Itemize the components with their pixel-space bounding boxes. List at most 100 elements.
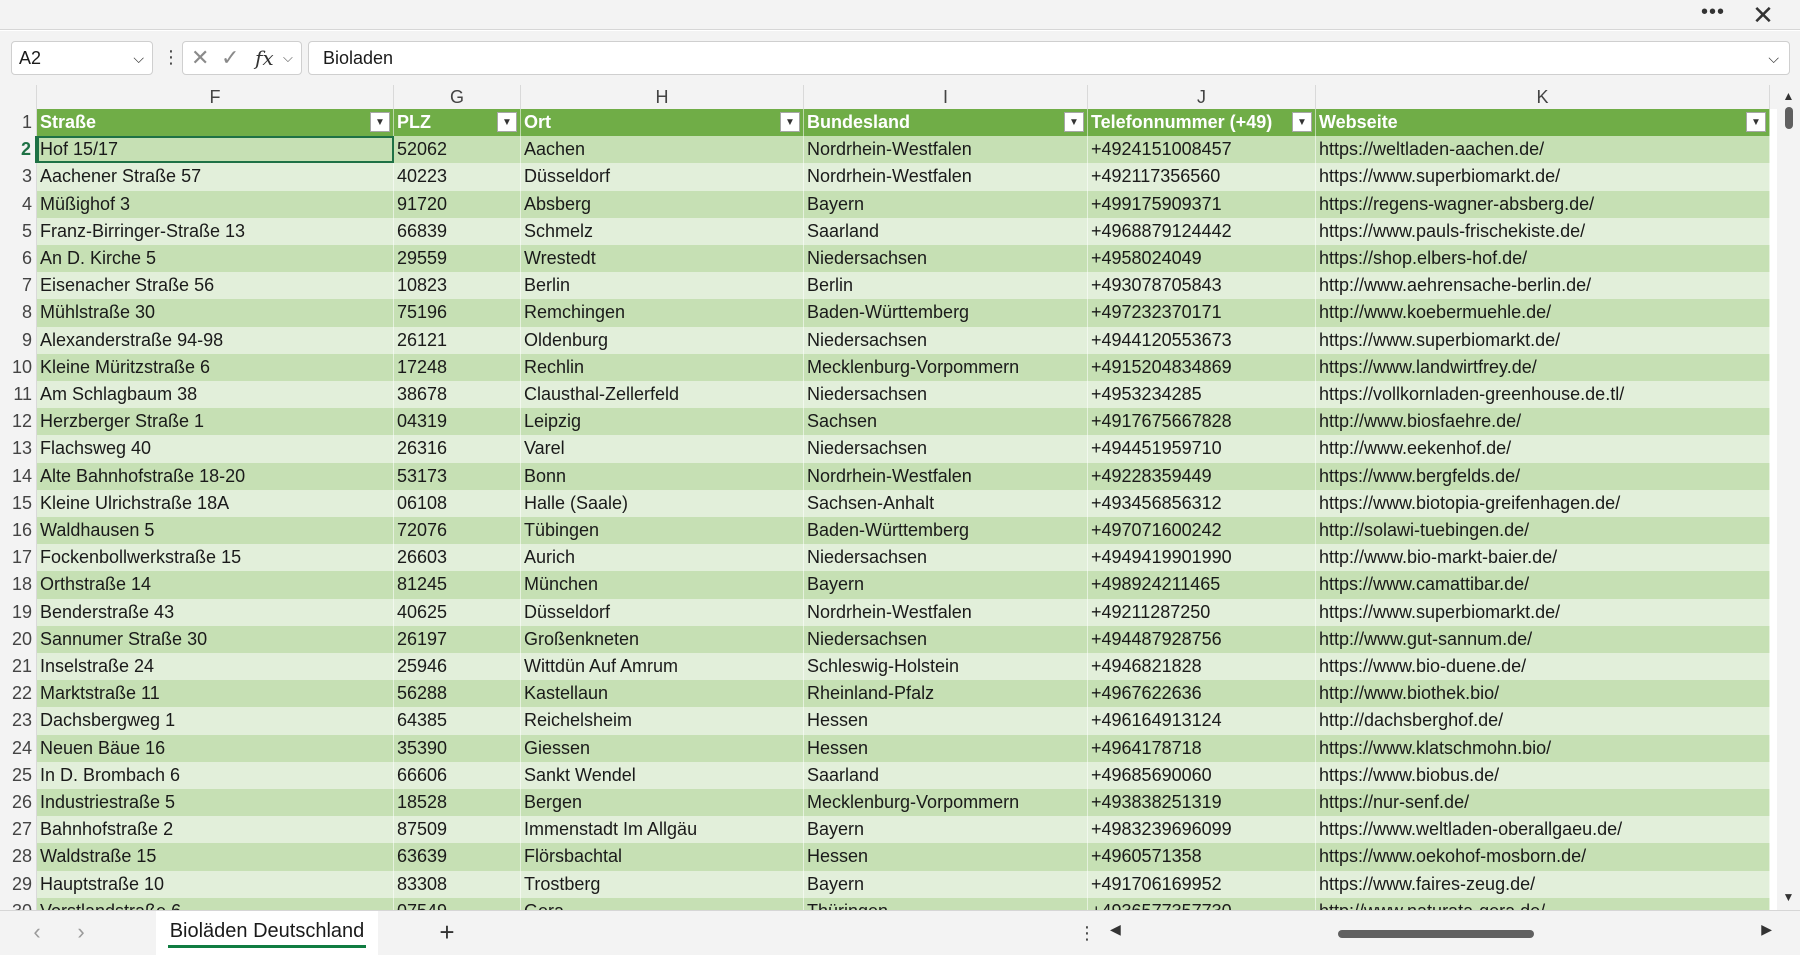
- table-cell[interactable]: Saarland: [804, 217, 1088, 245]
- filter-dropdown-icon[interactable]: ▼: [1292, 112, 1312, 132]
- table-cell[interactable]: Am Schlagbaum 38: [37, 381, 394, 409]
- table-cell[interactable]: Fockenbollwerkstraße 15: [37, 544, 394, 572]
- table-cell[interactable]: https://www.klatschmohn.bio/: [1316, 734, 1770, 762]
- table-cell[interactable]: Düsseldorf: [521, 163, 804, 191]
- table-cell[interactable]: Nordrhein-Westfalen: [804, 163, 1088, 191]
- column-header-g[interactable]: G: [394, 85, 521, 109]
- row-number[interactable]: 1: [0, 109, 37, 137]
- row-number[interactable]: 28: [0, 843, 37, 871]
- row-number[interactable]: 25: [0, 761, 37, 789]
- table-cell[interactable]: +491706169952: [1088, 870, 1316, 898]
- table-cell[interactable]: Bahnhofstraße 2: [37, 816, 394, 844]
- table-cell[interactable]: Bergen: [521, 789, 804, 817]
- table-cell[interactable]: An D. Kirche 5: [37, 245, 394, 273]
- table-cell[interactable]: https://www.camattibar.de/: [1316, 571, 1770, 599]
- next-sheet-icon[interactable]: ›: [70, 919, 92, 945]
- table-cell[interactable]: +49228359449: [1088, 462, 1316, 490]
- table-cell[interactable]: Clausthal-Zellerfeld: [521, 381, 804, 409]
- table-cell[interactable]: Gera: [521, 897, 804, 910]
- table-cell[interactable]: Bonn: [521, 462, 804, 490]
- table-cell[interactable]: 10823: [394, 272, 521, 300]
- table-cell[interactable]: https://www.bergfelds.de/: [1316, 462, 1770, 490]
- table-cell[interactable]: Mühlstraße 30: [37, 299, 394, 327]
- table-cell[interactable]: Tübingen: [521, 517, 804, 545]
- table-cell[interactable]: +4968879124442: [1088, 217, 1316, 245]
- row-number[interactable]: 6: [0, 245, 37, 273]
- table-cell[interactable]: 40625: [394, 598, 521, 626]
- table-cell[interactable]: München: [521, 571, 804, 599]
- table-cell[interactable]: Sankt Wendel: [521, 761, 804, 789]
- table-cell[interactable]: 40223: [394, 163, 521, 191]
- table-cell[interactable]: Remchingen: [521, 299, 804, 327]
- table-cell[interactable]: Industriestraße 5: [37, 789, 394, 817]
- table-cell[interactable]: Wrestedt: [521, 245, 804, 273]
- table-cell[interactable]: +493838251319: [1088, 789, 1316, 817]
- table-cell[interactable]: Niedersachsen: [804, 435, 1088, 463]
- table-cell[interactable]: Nordrhein-Westfalen: [804, 136, 1088, 164]
- table-cell[interactable]: Mecklenburg-Vorpommern: [804, 789, 1088, 817]
- table-cell[interactable]: +497071600242: [1088, 517, 1316, 545]
- formula-input[interactable]: Bioladen ⌵: [308, 41, 1790, 75]
- table-cell[interactable]: Niedersachsen: [804, 245, 1088, 273]
- column-header-i[interactable]: I: [804, 85, 1088, 109]
- table-cell[interactable]: 91720: [394, 190, 521, 218]
- table-cell[interactable]: 63639: [394, 843, 521, 871]
- table-cell[interactable]: Hessen: [804, 843, 1088, 871]
- horizontal-scrollbar[interactable]: ◀ ▶: [1110, 919, 1772, 947]
- table-cell[interactable]: 56288: [394, 680, 521, 708]
- table-cell[interactable]: +4960571358: [1088, 843, 1316, 871]
- column-header-f[interactable]: F: [37, 85, 394, 109]
- table-cell[interactable]: 64385: [394, 707, 521, 735]
- scroll-right-icon[interactable]: ▶: [1761, 921, 1772, 938]
- filter-dropdown-icon[interactable]: ▼: [1746, 112, 1766, 132]
- table-cell[interactable]: Alte Bahnhofstraße 18-20: [37, 462, 394, 490]
- row-number[interactable]: 11: [0, 381, 37, 409]
- table-cell[interactable]: Niedersachsen: [804, 625, 1088, 653]
- column-header-h[interactable]: H: [521, 85, 804, 109]
- row-number[interactable]: 24: [0, 734, 37, 762]
- table-cell[interactable]: Kastellaun: [521, 680, 804, 708]
- table-cell[interactable]: http://www.naturata-gera.de/: [1316, 897, 1770, 910]
- table-cell[interactable]: Großenkneten: [521, 625, 804, 653]
- table-cell[interactable]: Absberg: [521, 190, 804, 218]
- table-cell[interactable]: Flörsbachtal: [521, 843, 804, 871]
- table-cell[interactable]: Aachener Straße 57: [37, 163, 394, 191]
- vertical-scrollbar[interactable]: ▲ ▼: [1777, 85, 1800, 910]
- table-cell[interactable]: Sannumer Straße 30: [37, 625, 394, 653]
- table-cell[interactable]: +494451959710: [1088, 435, 1316, 463]
- row-number[interactable]: 29: [0, 870, 37, 898]
- table-cell[interactable]: Marktstraße 11: [37, 680, 394, 708]
- previous-sheet-icon[interactable]: ‹: [26, 919, 48, 945]
- table-cell[interactable]: 52062: [394, 136, 521, 164]
- table-cell[interactable]: Hessen: [804, 734, 1088, 762]
- header-cell[interactable]: Ort ▼: [521, 109, 804, 137]
- table-cell[interactable]: Neuen Bäue 16: [37, 734, 394, 762]
- row-number[interactable]: 20: [0, 625, 37, 653]
- row-number[interactable]: 3: [0, 163, 37, 191]
- row-number[interactable]: 5: [0, 217, 37, 245]
- table-cell[interactable]: https://www.pauls-frischekiste.de/: [1316, 217, 1770, 245]
- chevron-down-icon[interactable]: ⌵: [283, 42, 293, 74]
- filter-dropdown-icon[interactable]: ▼: [497, 112, 517, 132]
- table-cell[interactable]: +4953234285: [1088, 381, 1316, 409]
- column-header-j[interactable]: J: [1088, 85, 1316, 109]
- table-cell[interactable]: Nordrhein-Westfalen: [804, 598, 1088, 626]
- table-cell[interactable]: 18528: [394, 789, 521, 817]
- table-cell[interactable]: Rheinland-Pfalz: [804, 680, 1088, 708]
- table-cell[interactable]: +496164913124: [1088, 707, 1316, 735]
- row-number[interactable]: 2: [0, 136, 37, 164]
- table-cell[interactable]: +4917675667828: [1088, 408, 1316, 436]
- insert-function-icon[interactable]: fx: [255, 42, 274, 74]
- table-cell[interactable]: +4964178718: [1088, 734, 1316, 762]
- table-cell[interactable]: 26121: [394, 326, 521, 354]
- table-cell[interactable]: Hof 15/17: [37, 136, 394, 164]
- table-cell[interactable]: Schleswig-Holstein: [804, 653, 1088, 681]
- table-cell[interactable]: Immenstadt Im Allgäu: [521, 816, 804, 844]
- table-cell[interactable]: http://www.gut-sannum.de/: [1316, 625, 1770, 653]
- table-cell[interactable]: https://nur-senf.de/: [1316, 789, 1770, 817]
- table-cell[interactable]: 26197: [394, 625, 521, 653]
- table-cell[interactable]: Benderstraße 43: [37, 598, 394, 626]
- table-cell[interactable]: Niedersachsen: [804, 326, 1088, 354]
- chevron-down-icon[interactable]: ⌵: [133, 42, 144, 74]
- table-cell[interactable]: Baden-Württemberg: [804, 517, 1088, 545]
